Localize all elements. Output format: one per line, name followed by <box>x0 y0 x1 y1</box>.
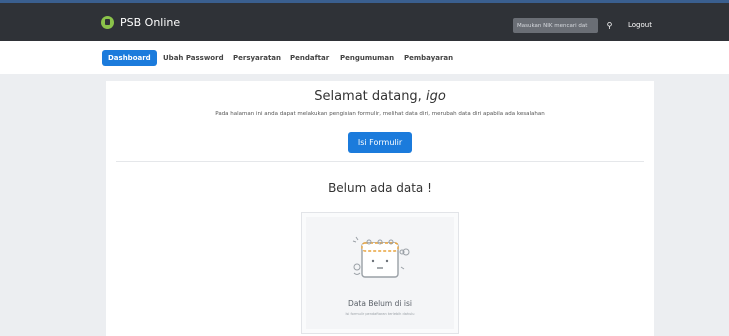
nav-item-ubah-password[interactable]: Ubah Password <box>157 50 230 66</box>
welcome-description: Pada halaman ini anda dapat melakukan pe… <box>215 111 545 117</box>
empty-state-title: Belum ada data ! <box>328 181 432 195</box>
top-bar: PSB Online ⚲ Logout <box>0 0 729 41</box>
welcome-heading: Selamat datang, igo <box>106 89 654 104</box>
divider <box>116 161 644 162</box>
empty-state-subtext: Isi formulir pendaftaran terlebih dahulu <box>345 312 415 316</box>
dashboard-card: Selamat datang, igo Pada halaman ini and… <box>106 81 654 336</box>
search-icon[interactable]: ⚲ <box>602 18 617 33</box>
brand[interactable]: PSB Online <box>101 16 180 29</box>
empty-calendar-icon <box>352 236 410 278</box>
empty-state-caption: Data Belum di isi <box>348 299 412 308</box>
brand-name: PSB Online <box>120 16 181 29</box>
nav-item-pendaftar[interactable]: Pendaftar <box>284 50 335 66</box>
search-input[interactable] <box>513 18 598 33</box>
brand-logo-icon <box>101 16 114 29</box>
nav-item-pengumuman[interactable]: Pengumuman <box>334 50 400 66</box>
empty-state-panel: Data Belum di isi Isi formulir pendaftar… <box>306 217 454 329</box>
nav-item-persyaratan[interactable]: Persyaratan <box>227 50 287 66</box>
main-nav: Dashboard Ubah Password Persyaratan Pend… <box>0 41 729 74</box>
nav-item-pembayaran[interactable]: Pembayaran <box>398 50 459 66</box>
empty-state-frame: Data Belum di isi Isi formulir pendaftar… <box>301 212 459 334</box>
welcome-user: igo <box>425 89 446 104</box>
welcome-prefix: Selamat datang, <box>314 89 426 104</box>
logout-link[interactable]: Logout <box>628 21 652 29</box>
isi-formulir-button[interactable]: Isi Formulir <box>348 132 412 153</box>
nav-item-dashboard[interactable]: Dashboard <box>102 50 157 66</box>
